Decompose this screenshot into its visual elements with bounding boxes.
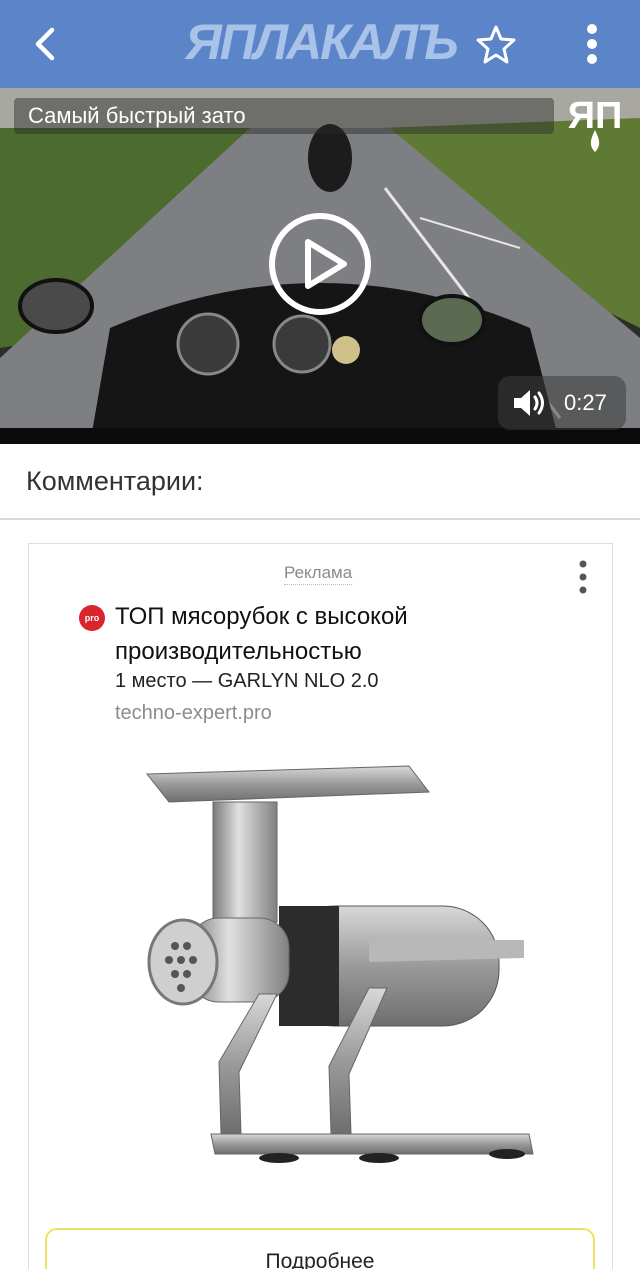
- more-vertical-icon: [579, 560, 587, 594]
- site-logo[interactable]: ЯПЛАКАЛЪ: [185, 14, 458, 70]
- advertiser-favicon: pro: [79, 605, 105, 631]
- play-icon: [269, 213, 371, 315]
- play-button[interactable]: [268, 212, 372, 316]
- back-arrow-icon: [35, 27, 55, 61]
- yp-logo-icon: ЯП: [568, 95, 622, 152]
- ad-label[interactable]: Реклама: [284, 563, 353, 585]
- divider: [0, 518, 640, 520]
- ad-headline[interactable]: ТОП мясорубок с высокой производительнос…: [115, 599, 585, 669]
- ad-domain: techno-expert.pro: [115, 702, 272, 724]
- mute-button[interactable]: [512, 388, 548, 418]
- meat-grinder-image: [145, 765, 534, 1163]
- menu-button[interactable]: [562, 14, 622, 74]
- volume-icon: [514, 390, 544, 416]
- learn-more-button[interactable]: Подробнее: [45, 1228, 595, 1269]
- top-app-bar: ЯПЛАКАЛЪ: [0, 0, 640, 88]
- video-duration: 0:27: [564, 390, 607, 415]
- ad-options-button[interactable]: [569, 558, 597, 596]
- video-title: Самый быстрый зато: [14, 98, 554, 134]
- ad-subtitle: 1 место — GARLYN NLO 2.0: [115, 670, 379, 692]
- ad-card[interactable]: Реклама pro ТОП мясорубок с высокой прои…: [28, 543, 613, 1269]
- more-vertical-icon: [587, 24, 597, 64]
- yp-watermark: ЯП: [560, 92, 630, 156]
- product-image[interactable]: [129, 762, 539, 1182]
- logo-text: ЯПЛАКАЛЪ: [185, 14, 458, 70]
- comments-heading: Комментарии:: [26, 466, 204, 496]
- star-outline-icon: [476, 25, 516, 64]
- back-button[interactable]: [16, 14, 76, 74]
- video-controls: 0:27: [498, 376, 626, 430]
- favorite-button[interactable]: [466, 14, 526, 74]
